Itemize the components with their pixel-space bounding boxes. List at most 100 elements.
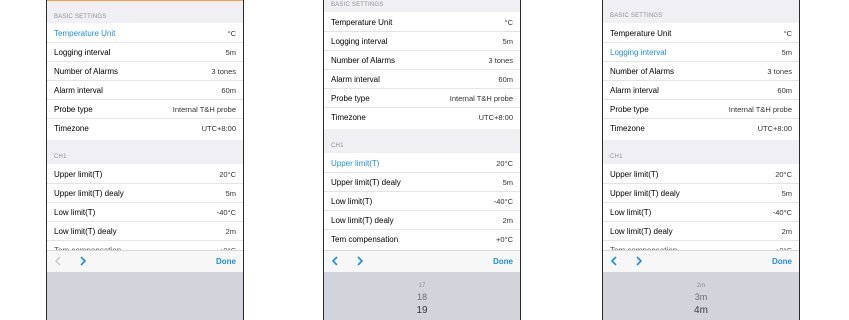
chevron-left-icon[interactable] — [52, 255, 64, 267]
settings-row-low-limit[interactable]: Low limit(T) -40°C — [603, 203, 799, 222]
row-value: 60m — [221, 86, 236, 95]
chevron-left-icon[interactable] — [329, 255, 341, 267]
section-header-ch1: CH1 — [603, 140, 799, 164]
section-title: CH1 — [610, 154, 623, 160]
row-label: Number of Alarms — [610, 67, 675, 76]
settings-row-timezone[interactable]: Timezone UTC+8:00 — [603, 119, 799, 138]
row-value: °C — [504, 18, 513, 27]
row-label: Low limit(T) dealy — [54, 227, 117, 236]
settings-row-temperature-unit[interactable]: Temperature Unit °C — [603, 24, 799, 43]
settings-row-alarm-interval[interactable]: Alarm interval 60m — [47, 81, 243, 100]
done-button[interactable]: Done — [216, 257, 236, 266]
section-header-basic: BASIC SETTINGS — [603, 0, 799, 23]
settings-row-upper-limit-dealy[interactable]: Upper limit(T) dealy 5m — [47, 184, 243, 203]
settings-row-alarm-interval[interactable]: Alarm interval 60m — [603, 81, 799, 100]
settings-row-alarm-interval[interactable]: Alarm interval 60m — [324, 70, 520, 89]
row-label: Upper limit(T) — [54, 170, 103, 179]
keyboard-toolbar: Done — [47, 250, 243, 272]
row-label: Timezone — [610, 124, 645, 133]
settings-row-number-of-alarms[interactable]: Number of Alarms 3 tones — [47, 62, 243, 81]
picker-option[interactable]: 18 — [324, 292, 520, 302]
picker-option[interactable]: 17 — [324, 283, 520, 289]
row-value: -40°C — [772, 208, 792, 217]
row-label: Temperature Unit — [54, 29, 116, 38]
row-value: 5m — [781, 189, 792, 198]
row-value: 60m — [777, 86, 792, 95]
section-title: BASIC SETTINGS — [610, 13, 663, 19]
picker-option[interactable]: 2m — [603, 283, 799, 289]
row-value: 2m — [225, 227, 236, 236]
done-button[interactable]: Done — [772, 257, 792, 266]
phone-screen-3: BASIC SETTINGS Temperature Unit °C Loggi… — [602, 0, 800, 320]
row-value: Internal T&H probe — [728, 105, 792, 114]
picker-area[interactable] — [47, 272, 243, 320]
row-label: Upper limit(T) dealy — [331, 178, 401, 187]
row-label: Low limit(T) dealy — [331, 216, 394, 225]
settings-row-upper-limit-dealy[interactable]: Upper limit(T) dealy 5m — [603, 184, 799, 203]
settings-row-logging-interval[interactable]: Logging interval 5m — [324, 32, 520, 51]
row-label: Timezone — [54, 124, 89, 133]
row-label: Upper limit(T) — [610, 170, 659, 179]
settings-row-temperature-unit[interactable]: Temperature Unit °C — [324, 13, 520, 32]
row-label: Low limit(T) dealy — [610, 227, 673, 236]
settings-row-low-limit-dealy[interactable]: Low limit(T) dealy 2m — [47, 222, 243, 241]
row-value: 5m — [225, 189, 236, 198]
row-label: Low limit(T) — [610, 208, 652, 217]
chevron-right-icon[interactable] — [633, 255, 645, 267]
row-value: 5m — [502, 178, 513, 187]
phone-screen-2: BASIC SETTINGS Temperature Unit °C Loggi… — [323, 0, 521, 320]
settings-row-timezone[interactable]: Timezone UTC+8:00 — [324, 108, 520, 127]
row-label: Logging interval — [331, 37, 388, 46]
settings-row-upper-limit[interactable]: Upper limit(T) 20°C — [324, 154, 520, 173]
chevron-right-icon[interactable] — [77, 255, 89, 267]
row-label: Alarm interval — [610, 86, 659, 95]
row-label: Logging interval — [54, 48, 111, 57]
settings-row-low-limit-dealy[interactable]: Low limit(T) dealy 2m — [603, 222, 799, 241]
section-title: CH1 — [331, 143, 344, 149]
row-label: Upper limit(T) — [331, 159, 380, 168]
settings-row-probe-type[interactable]: Probe type Internal T&H probe — [47, 100, 243, 119]
settings-row-timezone[interactable]: Timezone UTC+8:00 — [47, 119, 243, 138]
row-value: -40°C — [493, 197, 513, 206]
row-label: Number of Alarms — [54, 67, 119, 76]
row-label: Tem compensation — [331, 235, 399, 244]
settings-row-upper-limit-dealy[interactable]: Upper limit(T) dealy 5m — [324, 173, 520, 192]
settings-row-low-limit[interactable]: Low limit(T) -40°C — [324, 192, 520, 211]
chevron-left-icon[interactable] — [608, 255, 620, 267]
picker-option-selected[interactable]: 4m — [603, 305, 799, 316]
settings-row-probe-type[interactable]: Probe type Internal T&H probe — [603, 100, 799, 119]
section-title: CH1 — [54, 154, 67, 160]
row-value: +0°C — [496, 235, 513, 244]
picker-wheel[interactable]: 2m 3m 4m — [603, 272, 799, 320]
done-button[interactable]: Done — [493, 257, 513, 266]
settings-row-number-of-alarms[interactable]: Number of Alarms 3 tones — [324, 51, 520, 70]
row-value: °C — [227, 29, 236, 38]
settings-row-low-limit-dealy[interactable]: Low limit(T) dealy 2m — [324, 211, 520, 230]
settings-row-tem-compensation[interactable]: Tem compensation +0°C — [324, 230, 520, 249]
settings-row-upper-limit[interactable]: Upper limit(T) 20°C — [603, 165, 799, 184]
row-value: 20°C — [496, 159, 513, 168]
settings-row-probe-type[interactable]: Probe type Internal T&H probe — [324, 89, 520, 108]
settings-row-number-of-alarms[interactable]: Number of Alarms 3 tones — [603, 62, 799, 81]
row-label: Timezone — [331, 113, 366, 122]
row-value: 5m — [781, 48, 792, 57]
row-value: 60m — [498, 75, 513, 84]
settings-row-logging-interval[interactable]: Logging interval 5m — [603, 43, 799, 62]
picker-option[interactable]: 3m — [603, 292, 799, 302]
row-label: Probe type — [331, 94, 370, 103]
settings-row-logging-interval[interactable]: Logging interval 5m — [47, 43, 243, 62]
row-value: 20°C — [775, 170, 792, 179]
row-value: 2m — [781, 227, 792, 236]
settings-row-temperature-unit[interactable]: Temperature Unit °C — [47, 24, 243, 43]
picker-wheel[interactable]: 17 18 19 — [324, 272, 520, 320]
settings-row-upper-limit[interactable]: Upper limit(T) 20°C — [47, 165, 243, 184]
row-value: 3 tones — [767, 67, 792, 76]
row-label: Low limit(T) — [331, 197, 373, 206]
settings-row-low-limit[interactable]: Low limit(T) -40°C — [47, 203, 243, 222]
section-header-ch1: CH1 — [47, 140, 243, 164]
row-value: UTC+8:00 — [201, 124, 236, 133]
row-value: Internal T&H probe — [449, 94, 513, 103]
row-label: Logging interval — [610, 48, 667, 57]
picker-option-selected[interactable]: 19 — [324, 305, 520, 316]
chevron-right-icon[interactable] — [354, 255, 366, 267]
